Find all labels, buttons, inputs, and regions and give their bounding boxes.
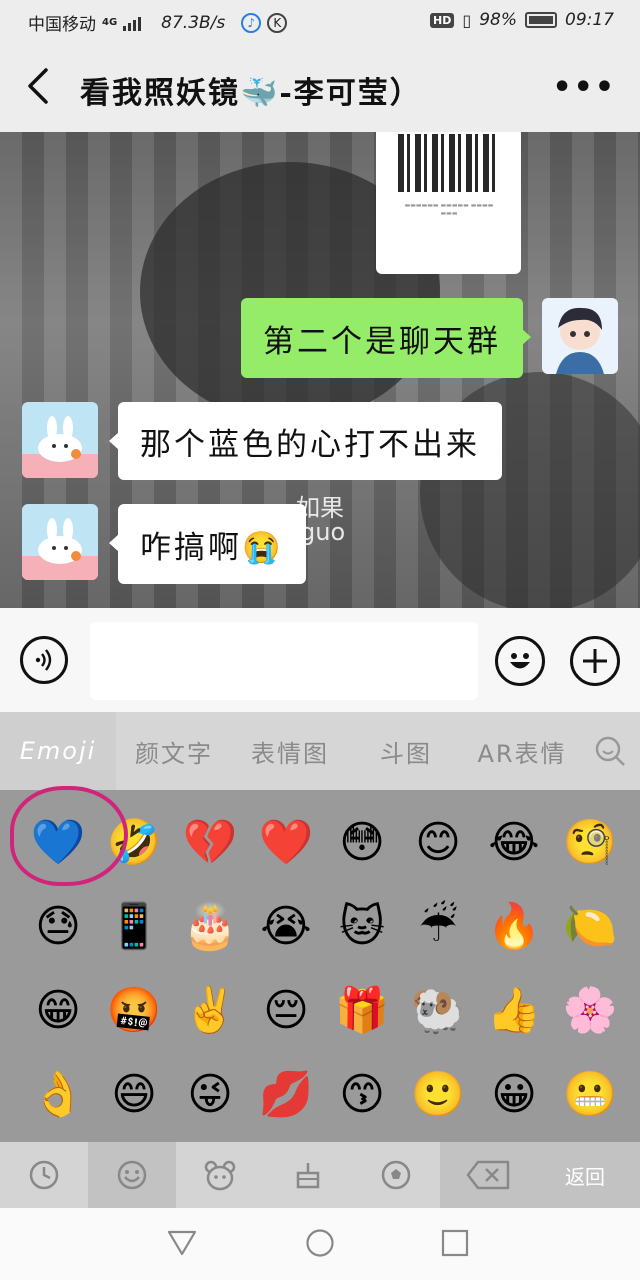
chat-title: 看我照妖镜🐳-李可莹） [80, 76, 422, 111]
emoji-panel-toolbar: 返回 [0, 1142, 640, 1208]
battery-percent: 98% [479, 10, 517, 30]
qr-code-message[interactable]: ▬▬▬▬▬▬ ▬▬▬▬▬ ▬▬▬▬ ▬▬▬ [376, 132, 521, 274]
tab-kaomoji[interactable]: 颜文字 [116, 712, 232, 790]
carrier-label: 中国移动 [28, 15, 96, 35]
emoji-cat[interactable]: 🐱 [324, 888, 400, 964]
qr-code-caption: ▬▬▬▬▬▬ ▬▬▬▬▬ ▬▬▬▬ ▬▬▬ [404, 202, 494, 218]
emoji-red-heart[interactable]: ❤️ [248, 804, 324, 880]
backspace-icon[interactable] [448, 1142, 528, 1208]
back-arrow-icon[interactable] [22, 66, 58, 106]
emoji-grinning[interactable]: 😀 [476, 1056, 552, 1132]
emoji-tears-of-joy[interactable]: 😂 [476, 804, 552, 880]
message-bubble-received[interactable]: 咋搞啊😭 [118, 504, 306, 584]
message-bubble-sent[interactable]: 第二个是聊天群 [241, 298, 523, 378]
activity-category-icon[interactable] [352, 1142, 440, 1208]
emoji-search-icon[interactable] [580, 712, 640, 790]
message-bubble-received[interactable]: 那个蓝色的心打不出来 [118, 402, 502, 480]
emoji-ram[interactable]: 🐏 [400, 972, 476, 1048]
emoji-monocle[interactable]: 🧐 [552, 804, 628, 880]
emoji-smiling[interactable]: 😊 [400, 804, 476, 880]
signal-icon [123, 15, 142, 31]
emoji-kissing[interactable]: 😙 [324, 1056, 400, 1132]
voice-input-icon[interactable] [20, 636, 68, 684]
emoji-smile[interactable]: 😄 [96, 1056, 172, 1132]
qr-code-image [398, 134, 500, 192]
emoji-flushed[interactable]: 😳 [324, 804, 400, 880]
photo-watermark: guo [300, 518, 346, 546]
chat-header: 看我照妖镜🐳-李可莹） ••• [0, 44, 640, 132]
message-text: 那个蓝色的心打不出来 [140, 426, 480, 463]
emoji-grin[interactable]: 😁 [20, 972, 96, 1048]
emoji-sweat[interactable]: 😓 [20, 888, 96, 964]
emoji-thumbs-up[interactable]: 👍 [476, 972, 552, 1048]
tab-emoji[interactable]: Emoji [0, 712, 116, 790]
k-app-icon: K [267, 12, 288, 33]
tab-ar-emoji[interactable]: AR表情 [464, 712, 580, 790]
message-text: 咋搞啊😭 [140, 529, 284, 566]
nav-home-icon[interactable] [303, 1226, 337, 1260]
emoji-wink-tongue[interactable]: 😜 [172, 1056, 248, 1132]
network-speed: 87.3B/s [161, 12, 226, 33]
emoji-umbrella-rain[interactable]: ☔ [400, 888, 476, 964]
nav-back-icon[interactable] [165, 1226, 199, 1260]
emoji-fire[interactable]: 🔥 [476, 888, 552, 964]
input-bar [0, 608, 640, 712]
emoji-broken-heart[interactable]: 💔 [172, 804, 248, 880]
emoji-lemon[interactable]: 🍋 [552, 888, 628, 964]
animal-category-icon[interactable] [176, 1142, 264, 1208]
contact-avatar[interactable] [22, 504, 98, 580]
nav-recents-icon[interactable] [438, 1226, 472, 1260]
emoji-cherry-blossom[interactable]: 🌸 [552, 972, 628, 1048]
emoji-ok-hand[interactable]: 👌 [20, 1056, 96, 1132]
more-options-icon[interactable]: ••• [552, 70, 616, 105]
recent-emoji-icon[interactable] [0, 1142, 88, 1208]
tab-stickers[interactable]: 表情图 [232, 712, 348, 790]
emoji-cake[interactable]: 🎂 [172, 888, 248, 964]
my-avatar[interactable] [542, 298, 618, 374]
emoji-cursing[interactable]: 🤬 [96, 972, 172, 1048]
add-more-icon[interactable] [570, 636, 620, 686]
emoji-pensive[interactable]: 😔 [248, 972, 324, 1048]
battery-icon [525, 12, 557, 28]
smiley-category-icon[interactable] [88, 1142, 176, 1208]
emoji-kiss-mark[interactable]: 💋 [248, 1056, 324, 1132]
tab-meme-battle[interactable]: 斗图 [348, 712, 464, 790]
emoji-toggle-icon[interactable] [495, 636, 545, 686]
network-label: 4G [102, 17, 118, 28]
status-bar: 中国移动 4G 87.3B/s ♪ K HD ▯ 98% 09:17 [0, 0, 640, 44]
emoji-phone[interactable]: 📱 [96, 888, 172, 964]
emoji-victory-hand[interactable]: ✌️ [172, 972, 248, 1048]
music-app-icon: ♪ [241, 12, 262, 33]
emoji-slight-smile[interactable]: 🙂 [400, 1056, 476, 1132]
return-button[interactable]: 返回 [540, 1142, 630, 1208]
emoji-grimacing[interactable]: 😬 [552, 1056, 628, 1132]
system-nav-bar [0, 1208, 640, 1280]
contact-avatar[interactable] [22, 402, 98, 478]
emoji-crying[interactable]: 😭 [248, 888, 324, 964]
food-category-icon[interactable] [264, 1142, 352, 1208]
message-input[interactable] [90, 622, 478, 700]
emoji-category-tabs: Emoji 颜文字 表情图 斗图 AR表情 [0, 712, 640, 790]
emoji-gift[interactable]: 🎁 [324, 972, 400, 1048]
clock: 09:17 [565, 10, 614, 30]
chat-area[interactable]: ▬▬▬▬▬▬ ▬▬▬▬▬ ▬▬▬▬ ▬▬▬ 第二个是聊天群 那个蓝色的心打不出来 … [0, 132, 640, 608]
hd-badge: HD [430, 12, 455, 28]
message-text: 第二个是聊天群 [263, 323, 501, 360]
vibrate-icon: ▯ [462, 10, 472, 30]
bubble-tail [521, 328, 531, 346]
